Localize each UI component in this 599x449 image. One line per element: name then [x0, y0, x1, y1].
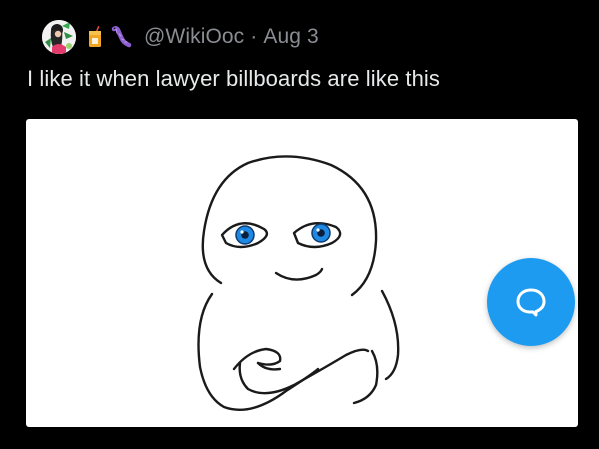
author-meta: @WikiOoc · Aug 3: [144, 25, 319, 49]
speech-bubble-icon: [516, 288, 546, 317]
tweet-text: I like it when lawyer billboards are lik…: [27, 66, 440, 91]
tweet-media[interactable]: [26, 119, 578, 427]
doodle-face-icon: [197, 155, 400, 411]
reply-fab-button[interactable]: [487, 258, 575, 346]
meta-separator: ·: [250, 25, 258, 48]
worm-icon: [110, 25, 132, 49]
tweet-header: @WikiOoc · Aug 3: [42, 20, 319, 54]
beverage-box-icon: [84, 25, 106, 49]
avatar[interactable]: [42, 20, 76, 54]
avatar-icon: [42, 20, 76, 54]
author-handle[interactable]: @WikiOoc: [144, 25, 244, 48]
post-date[interactable]: Aug 3: [263, 25, 318, 48]
tweet-post: @WikiOoc · Aug 3 I like it when lawyer bil…: [0, 0, 599, 449]
